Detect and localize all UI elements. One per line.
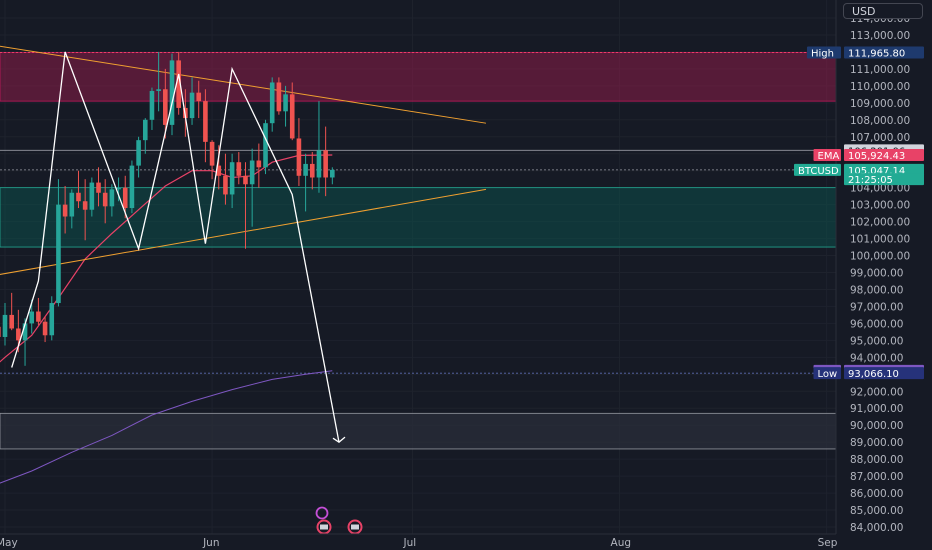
time-tick-label: Jul <box>402 537 416 549</box>
candle-body <box>223 175 228 195</box>
time-tick-label: May <box>0 537 18 549</box>
candle-body <box>156 89 161 91</box>
candle-body <box>249 160 255 185</box>
candle-body <box>109 189 115 207</box>
candle-body <box>136 140 141 166</box>
candle-body <box>2 314 8 337</box>
price-tick-label: 84,000.00 <box>850 522 903 534</box>
price-tick-label: 92,000.00 <box>850 386 903 398</box>
price-tag-label: EMA <box>818 151 840 162</box>
chart-container[interactable]: 114,000.00113,000.00112,000.00111,000.00… <box>0 0 932 550</box>
candle-body <box>196 92 202 102</box>
price-tick-label: 109,000.00 <box>850 98 910 110</box>
price-tick-label: 100,000.00 <box>850 251 910 263</box>
price-tick-label: 98,000.00 <box>850 284 903 296</box>
time-tick-label: Aug <box>611 537 632 549</box>
time-tick-label: Jun <box>202 537 219 549</box>
candle-body <box>276 82 282 112</box>
candle-body <box>56 204 61 304</box>
price-tag-value: 21:25:05 <box>848 175 893 186</box>
price-tick-label: 110,000.00 <box>850 81 910 93</box>
price-tag-value: 111,965.80 <box>848 49 905 60</box>
candle-body <box>69 192 75 217</box>
price-tick-label: 89,000.00 <box>850 437 903 449</box>
candle-body <box>29 311 35 324</box>
candle-body <box>316 150 322 178</box>
candle-body <box>9 314 14 329</box>
candle-body <box>289 94 295 139</box>
price-tick-label: 96,000.00 <box>850 318 903 330</box>
event-marker-us-1-glyph <box>320 524 328 530</box>
candle-body <box>89 182 95 210</box>
candle-body <box>256 160 262 168</box>
price-tag-value: 93,066.10 <box>848 369 899 380</box>
candle-body <box>269 82 275 124</box>
price-tick-label: 91,000.00 <box>850 403 903 415</box>
price-tick-label: 113,000.00 <box>850 30 910 42</box>
price-tag-value: 105,924.43 <box>848 151 905 162</box>
price-tag-label: Low <box>818 369 838 380</box>
candle-body <box>296 138 302 176</box>
candle-body <box>36 311 41 322</box>
candle-body <box>330 169 335 178</box>
candle-body <box>263 123 268 168</box>
candle-body <box>189 92 195 119</box>
candle-body <box>82 201 88 210</box>
price-tick-label: 90,000.00 <box>850 420 903 432</box>
price-tick-label: 108,000.00 <box>850 115 910 127</box>
candle-body <box>96 182 101 193</box>
candle-body <box>42 321 48 336</box>
candle-body <box>243 175 248 185</box>
candle-body <box>0 326 1 337</box>
time-tick-label: Sep <box>818 537 838 549</box>
price-tick-label: 88,000.00 <box>850 454 903 466</box>
candle-body <box>283 94 288 112</box>
price-tick-label: 102,000.00 <box>850 217 910 229</box>
price-tick-label: 101,000.00 <box>850 234 910 246</box>
price-tick-label: 97,000.00 <box>850 301 903 313</box>
candle-body <box>309 163 315 178</box>
currency-selector[interactable]: USD <box>843 3 923 19</box>
price-chart[interactable]: 114,000.00113,000.00112,000.00111,000.00… <box>0 0 932 550</box>
candle-body <box>323 150 328 178</box>
price-tick-label: 85,000.00 <box>850 505 903 517</box>
candle-body <box>149 90 155 120</box>
price-tick-label: 86,000.00 <box>850 488 903 500</box>
zone-rect <box>0 412 837 450</box>
price-tick-label: 87,000.00 <box>850 471 903 483</box>
candle-body <box>203 101 208 142</box>
candle-body <box>62 204 68 217</box>
price-tick-label: 107,000.00 <box>850 132 910 144</box>
candle-body <box>49 303 55 336</box>
price-tag-label: High <box>811 49 834 60</box>
price-tag-label: BTCUSD <box>798 166 839 177</box>
zone-rect <box>0 52 837 102</box>
candle-body <box>169 60 175 125</box>
candle-body <box>303 163 308 176</box>
currency-label: USD <box>852 5 876 18</box>
price-tick-label: 94,000.00 <box>850 352 903 364</box>
event-marker-us-2-glyph <box>351 524 359 530</box>
candle-body <box>163 89 168 125</box>
price-tick-label: 95,000.00 <box>850 335 903 347</box>
candle-body <box>122 187 128 209</box>
price-tick-label: 99,000.00 <box>850 268 903 280</box>
candle-body <box>209 141 215 166</box>
candle-body <box>229 162 235 195</box>
candle-body <box>76 192 81 202</box>
price-tick-label: 103,000.00 <box>850 200 910 212</box>
candle-body <box>102 192 108 207</box>
candle-body <box>236 162 242 176</box>
candle-body <box>129 165 135 209</box>
price-tick-label: 111,000.00 <box>850 64 910 76</box>
candle-body <box>142 119 148 141</box>
